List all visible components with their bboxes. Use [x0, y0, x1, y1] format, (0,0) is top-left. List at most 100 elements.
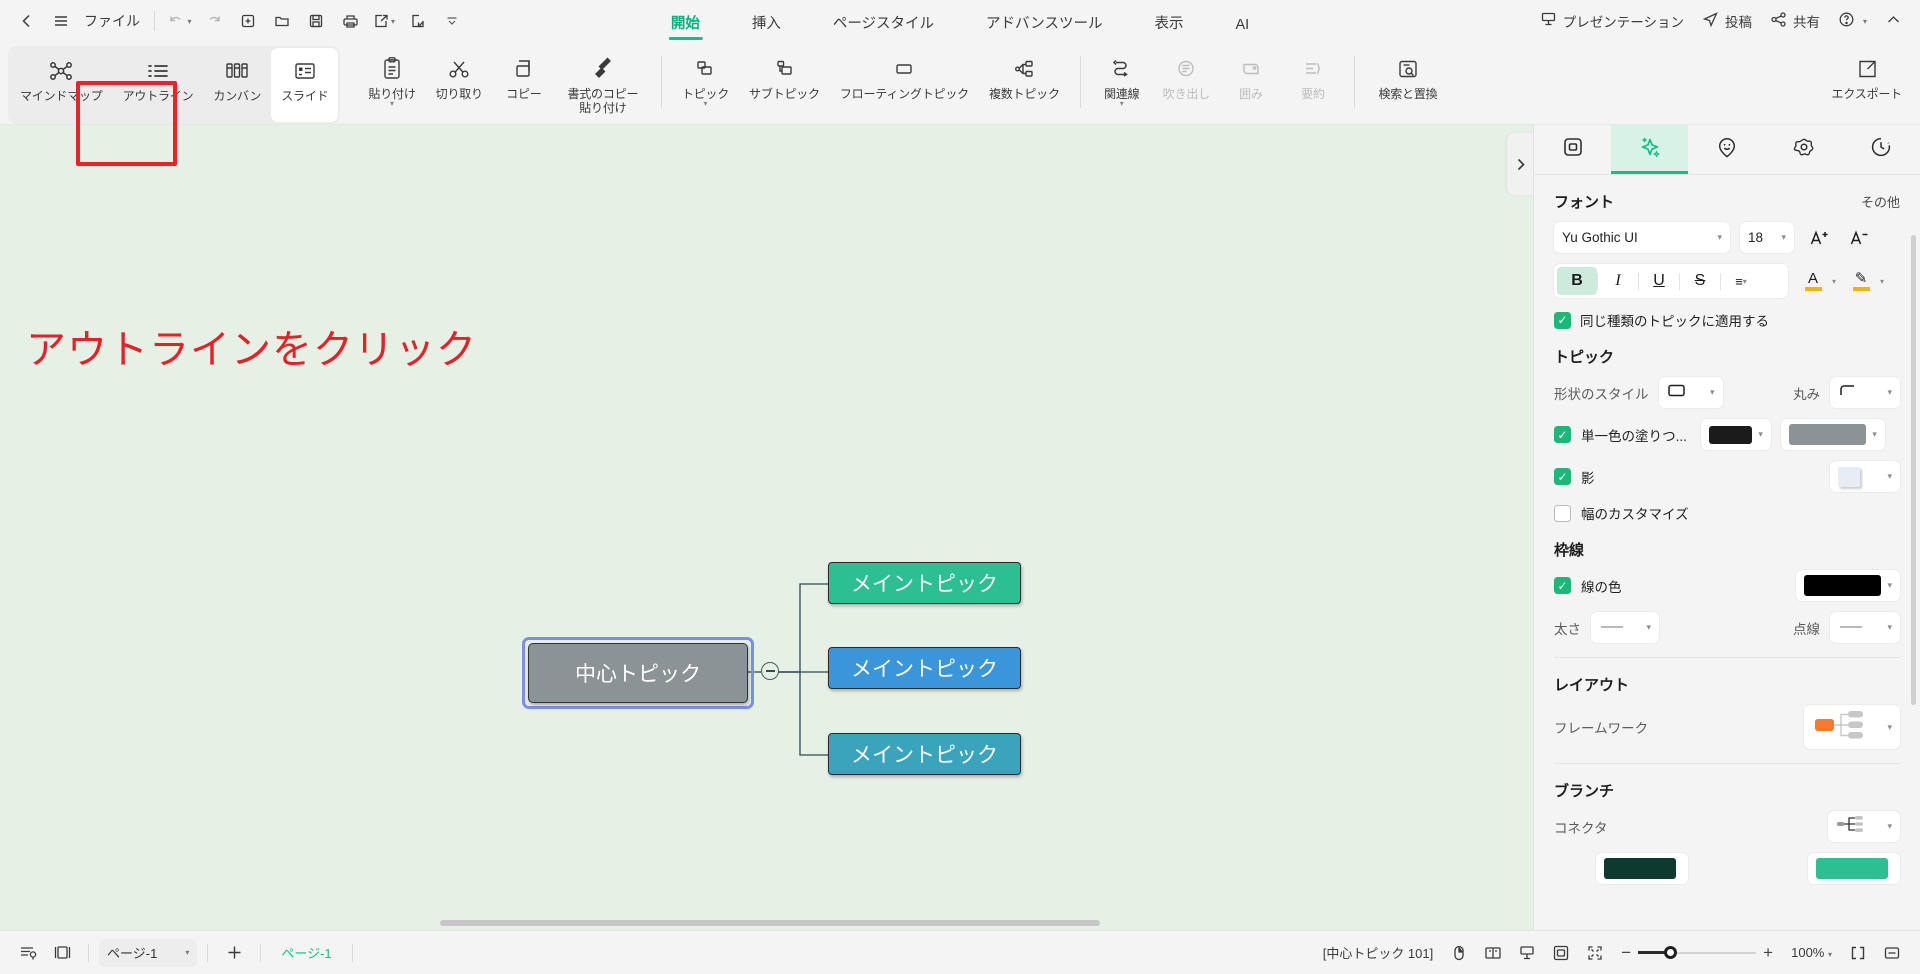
- outline-view-button[interactable]: アウトライン: [113, 48, 204, 122]
- panel-tab-history[interactable]: [1843, 125, 1920, 174]
- format-painter-button[interactable]: 書式のコピー 貼り付け: [555, 46, 651, 124]
- cut-button[interactable]: 切り取り: [426, 46, 493, 124]
- export-button[interactable]: エクスポート: [1822, 46, 1912, 124]
- plus-square-icon[interactable]: [231, 6, 265, 36]
- strikethrough-button[interactable]: S: [1680, 267, 1720, 295]
- main-topic-node-3[interactable]: メイントピック: [828, 733, 1021, 775]
- chevron-down-icon[interactable]: ▾: [1120, 100, 1124, 108]
- subtopic-button[interactable]: サブトピック: [739, 46, 830, 124]
- thickness-select[interactable]: ▾: [1591, 612, 1659, 643]
- zoom-in-button[interactable]: +: [1763, 943, 1773, 963]
- summary-button[interactable]: 要約: [1282, 46, 1344, 124]
- shadow-checkbox[interactable]: [1554, 468, 1571, 485]
- hamburger-icon[interactable]: [44, 6, 78, 36]
- tab-start[interactable]: 開始: [645, 0, 726, 42]
- minus-circle-icon[interactable]: [761, 662, 779, 680]
- panel-scrollbar-thumb[interactable]: [1911, 235, 1916, 705]
- font-size-select[interactable]: 18 ▾: [1740, 222, 1794, 253]
- apply-same-type-checkbox[interactable]: 同じ種類のトピックに適用する: [1554, 310, 1900, 330]
- copy-button[interactable]: コピー: [493, 46, 555, 124]
- printer-icon[interactable]: [333, 6, 367, 36]
- highlight-color-button[interactable]: ✎: [1846, 265, 1876, 297]
- zoom-knob[interactable]: [1664, 946, 1678, 959]
- zoom-out-button[interactable]: −: [1621, 943, 1631, 963]
- branch-color-select[interactable]: [1596, 853, 1688, 884]
- chevron-right-icon[interactable]: [1507, 133, 1533, 195]
- add-page-button[interactable]: [218, 938, 250, 968]
- relationship-button[interactable]: 関連線 ▾: [1091, 46, 1153, 124]
- zoom-level-select[interactable]: 100% ▾: [1783, 945, 1840, 960]
- panel-tab-style[interactable]: [1534, 125, 1611, 174]
- connector-select[interactable]: ▾: [1828, 811, 1900, 842]
- paste-button[interactable]: 貼り付け ▾: [358, 46, 425, 124]
- branch-accent-select[interactable]: [1808, 853, 1900, 884]
- boundary-button[interactable]: 囲み: [1220, 46, 1282, 124]
- floppy-icon[interactable]: [299, 6, 333, 36]
- focus-brackets-icon[interactable]: [1842, 938, 1874, 968]
- folder-icon[interactable]: [265, 6, 299, 36]
- tab-page-style[interactable]: ページスタイル: [807, 0, 960, 42]
- redo-icon[interactable]: [197, 6, 231, 36]
- tab-view[interactable]: 表示: [1128, 0, 1209, 42]
- collapse-ribbon-button[interactable]: [1877, 11, 1910, 31]
- mindmap-view-button[interactable]: マインドマップ: [10, 48, 113, 122]
- outline-marker-icon[interactable]: [12, 938, 44, 968]
- panel-layout-icon[interactable]: [46, 938, 78, 968]
- canvas-hscrollbar[interactable]: [0, 916, 1533, 928]
- zoom-slider[interactable]: [1638, 945, 1757, 961]
- find-replace-button[interactable]: 検索と置換: [1365, 46, 1451, 124]
- align-button[interactable]: ≡ ▾: [1721, 267, 1761, 295]
- mouse-mode-icon[interactable]: [1443, 938, 1475, 968]
- chevron-down-icon[interactable]: ▾: [1832, 277, 1836, 286]
- font-decrease-icon[interactable]: [1844, 223, 1874, 253]
- slide-view-button[interactable]: スライド: [271, 48, 339, 122]
- custom-width-checkbox[interactable]: [1554, 504, 1571, 522]
- topic-button[interactable]: トピック ▾: [672, 46, 739, 124]
- kanban-view-button[interactable]: カンバン: [203, 48, 271, 122]
- canvas-hscroll-thumb[interactable]: [440, 920, 1100, 926]
- underline-button[interactable]: U: [1639, 267, 1679, 295]
- chevron-down-icon[interactable]: ▾: [1880, 277, 1884, 286]
- font-increase-icon[interactable]: [1804, 223, 1834, 253]
- multi-topic-button[interactable]: 複数トピック: [979, 46, 1070, 124]
- main-topic-node-2[interactable]: メイントピック: [828, 647, 1021, 689]
- page-select[interactable]: ページ-1 ▾: [99, 938, 198, 967]
- callout-button[interactable]: 吹き出し: [1153, 46, 1220, 124]
- chevron-down-small-icon[interactable]: [435, 6, 469, 36]
- framework-select[interactable]: ▾: [1804, 705, 1900, 749]
- floating-topic-button[interactable]: フローティングトピック: [830, 46, 979, 124]
- panel-tab-theme[interactable]: [1766, 125, 1843, 174]
- fit-frame-icon[interactable]: [1545, 938, 1577, 968]
- tab-insert[interactable]: 挿入: [726, 0, 807, 42]
- undo-icon[interactable]: ▾: [163, 6, 197, 36]
- post-button[interactable]: 投稿: [1694, 11, 1760, 31]
- font-family-select[interactable]: Yu Gothic UI ▾: [1554, 222, 1730, 253]
- solid-fill-color-select[interactable]: ▾: [1700, 419, 1771, 450]
- fullscreen-expand-icon[interactable]: [1579, 938, 1611, 968]
- font-color-button[interactable]: A: [1798, 265, 1828, 297]
- panel-tab-ai[interactable]: [1611, 125, 1689, 174]
- italic-button[interactable]: I: [1598, 267, 1638, 295]
- file-menu[interactable]: ファイル: [78, 11, 146, 31]
- collapse-panel-icon[interactable]: [1876, 938, 1908, 968]
- main-topic-node-1[interactable]: メイントピック: [828, 562, 1021, 604]
- tab-advanced-tools[interactable]: アドバンスツール: [960, 0, 1128, 42]
- presentation-mode-icon[interactable]: [1511, 938, 1543, 968]
- font-more-link[interactable]: その他: [1861, 192, 1900, 211]
- page-tab-1[interactable]: ページ-1: [271, 943, 341, 962]
- chevron-down-icon[interactable]: ▾: [703, 100, 707, 108]
- help-button[interactable]: ▾: [1830, 11, 1875, 31]
- book-mode-icon[interactable]: [1477, 938, 1509, 968]
- share-button[interactable]: 共有: [1762, 11, 1828, 31]
- line-color-select[interactable]: ▾: [1796, 570, 1900, 601]
- line-color-checkbox[interactable]: [1554, 577, 1571, 594]
- shape-style-select[interactable]: ▾: [1658, 377, 1723, 408]
- bold-button[interactable]: B: [1557, 267, 1597, 295]
- tab-ai[interactable]: AI: [1209, 0, 1275, 42]
- share-square-icon[interactable]: ▾: [367, 6, 401, 36]
- central-topic-node[interactable]: 中心トピック: [528, 643, 748, 703]
- back-icon[interactable]: [10, 6, 44, 36]
- panel-tab-sticker[interactable]: [1688, 125, 1765, 174]
- round-select[interactable]: ▾: [1830, 377, 1900, 408]
- presentation-button[interactable]: プレゼンテーション: [1532, 11, 1692, 31]
